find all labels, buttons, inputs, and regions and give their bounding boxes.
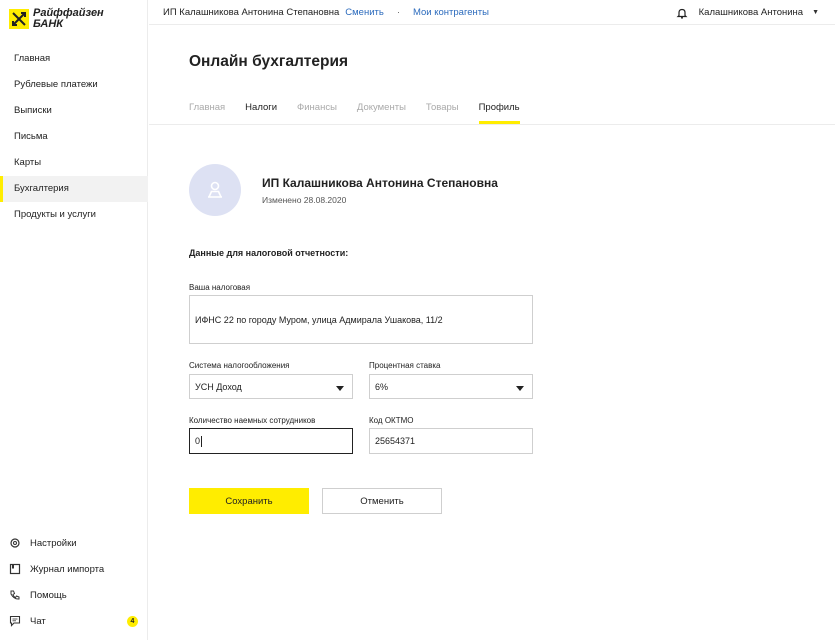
- tax-system-value: УСН Доход: [195, 381, 242, 392]
- sidebar-bottom-nav: Настройки Журнал импорта Помощь Чат 4: [0, 530, 148, 634]
- change-company-link[interactable]: Сменить: [345, 7, 384, 18]
- rate-label: Процентная ставка: [369, 361, 441, 370]
- tab-home[interactable]: Главная: [189, 94, 225, 124]
- tax-system-select[interactable]: УСН Доход: [189, 374, 353, 399]
- tax-office-field[interactable]: ИФНС 22 по городу Муром, улица Адмирала …: [189, 295, 533, 344]
- cancel-button[interactable]: Отменить: [322, 488, 442, 514]
- sidebar: Райффайзен БАНК Главная Рублевые платежи…: [0, 0, 148, 640]
- employees-label: Количество наемных сотрудников: [189, 416, 316, 425]
- chat-icon: [9, 615, 21, 627]
- employees-input[interactable]: 0: [189, 428, 353, 454]
- counterparties-link[interactable]: Мои контрагенты: [413, 7, 489, 18]
- user-icon: [208, 181, 222, 198]
- save-button[interactable]: Сохранить: [189, 488, 309, 514]
- bank-name: Райффайзен БАНК: [33, 8, 104, 30]
- avatar[interactable]: [189, 164, 241, 216]
- chevron-down-icon: [516, 386, 524, 391]
- oktmo-label: Код ОКТМО: [369, 416, 414, 425]
- raiffeisen-logo-icon: [9, 9, 29, 29]
- sidebar-item-label: Чат: [30, 615, 46, 627]
- sidebar-item-accounting[interactable]: Бухгалтерия: [0, 176, 148, 202]
- sidebar-item-label: Помощь: [30, 589, 67, 601]
- import-journal-icon: [9, 563, 21, 575]
- sidebar-item-letters[interactable]: Письма: [0, 124, 148, 150]
- employees-value: 0: [195, 436, 201, 446]
- chevron-down-icon[interactable]: ▼: [812, 9, 819, 16]
- sidebar-item-products[interactable]: Продукты и услуги: [0, 202, 148, 228]
- chevron-down-icon: [336, 386, 344, 391]
- chat-unread-badge: 4: [127, 616, 138, 627]
- tax-section-title: Данные для налоговой отчетности:: [189, 248, 349, 258]
- bank-name-line2: БАНК: [33, 18, 64, 30]
- page-title: Онлайн бухгалтерия: [189, 53, 349, 70]
- tax-office-label: Ваша налоговая: [189, 283, 251, 292]
- sidebar-item-ruble-payments[interactable]: Рублевые платежи: [0, 72, 148, 98]
- rate-select[interactable]: 6%: [369, 374, 533, 399]
- oktmo-input[interactable]: 25654371: [369, 428, 533, 454]
- bank-logo[interactable]: Райффайзен БАНК: [9, 8, 104, 30]
- sidebar-nav: Главная Рублевые платежи Выписки Письма …: [0, 46, 148, 228]
- phone-icon: [9, 589, 21, 601]
- tab-documents[interactable]: Документы: [357, 94, 406, 124]
- separator-dot: ·: [396, 6, 400, 18]
- user-area: Калашникова Антонина ▼: [676, 0, 819, 25]
- sidebar-item-chat[interactable]: Чат 4: [0, 608, 148, 634]
- user-menu[interactable]: Калашникова Антонина: [699, 7, 803, 18]
- rate-value: 6%: [375, 381, 389, 392]
- bell-icon[interactable]: [676, 7, 688, 19]
- tax-system-label: Система налогообложения: [189, 361, 290, 370]
- sidebar-item-import-journal[interactable]: Журнал импорта: [0, 556, 148, 582]
- oktmo-value: 25654371: [375, 436, 416, 446]
- profile-changed-date: Изменено 28.08.2020: [262, 195, 347, 205]
- top-bar: ИП Калашникова Антонина Степановна Смени…: [149, 0, 835, 25]
- main-content: Онлайн бухгалтерия Главная Налоги Финанс…: [149, 26, 835, 640]
- tax-office-value: ИФНС 22 по городу Муром, улица Адмирала …: [195, 314, 443, 325]
- tab-taxes[interactable]: Налоги: [245, 94, 277, 124]
- current-company: ИП Калашникова Антонина Степановна: [163, 6, 340, 18]
- sidebar-item-statements[interactable]: Выписки: [0, 98, 148, 124]
- profile-name: ИП Калашникова Антонина Степановна: [262, 176, 498, 190]
- tab-goods[interactable]: Товары: [426, 94, 459, 124]
- sidebar-item-home[interactable]: Главная: [0, 46, 148, 72]
- sidebar-item-label: Настройки: [30, 537, 77, 549]
- tabs-divider: [149, 124, 835, 125]
- section-tabs: Главная Налоги Финансы Документы Товары …: [189, 94, 540, 124]
- sidebar-item-help[interactable]: Помощь: [0, 582, 148, 608]
- tab-finance[interactable]: Финансы: [297, 94, 337, 124]
- sidebar-item-label: Журнал импорта: [30, 563, 105, 575]
- sidebar-item-settings[interactable]: Настройки: [0, 530, 148, 556]
- gear-icon: [9, 537, 21, 549]
- text-cursor: [201, 435, 203, 447]
- tab-profile[interactable]: Профиль: [478, 94, 520, 124]
- sidebar-item-cards[interactable]: Карты: [0, 150, 148, 176]
